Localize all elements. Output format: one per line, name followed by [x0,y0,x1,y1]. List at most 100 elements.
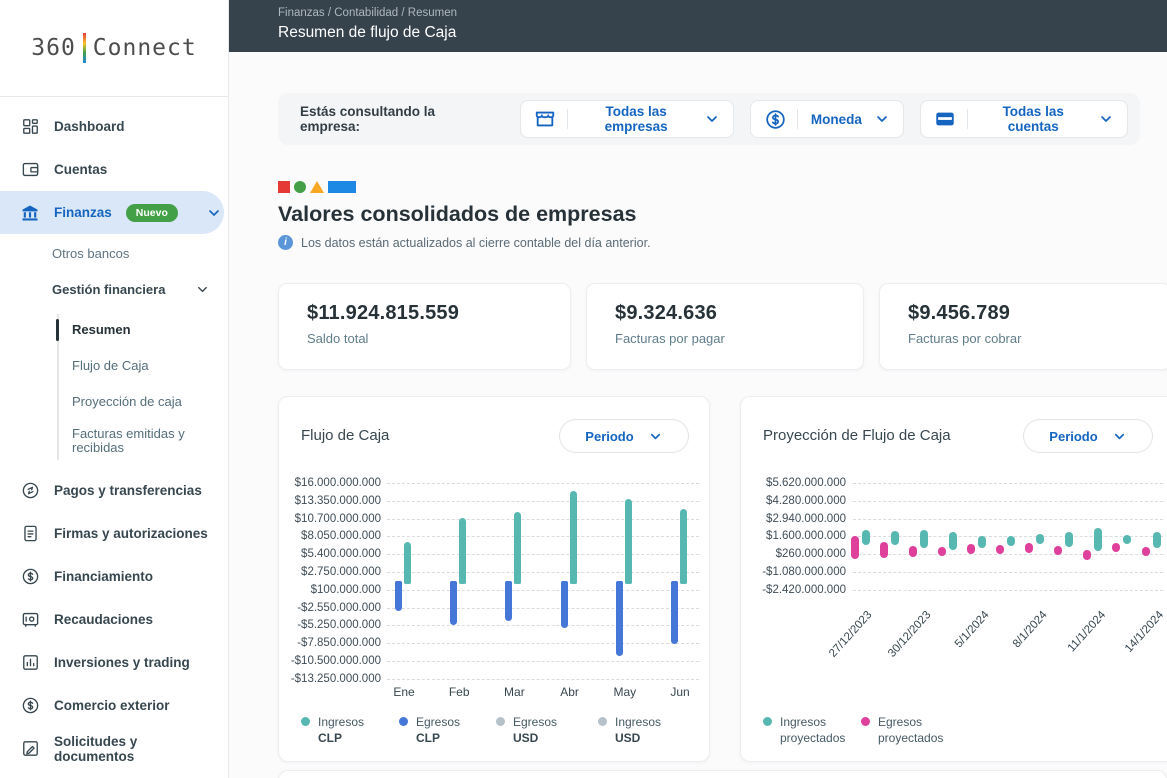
sidebar-item-label: Recaudaciones [54,612,154,627]
company-dropdown[interactable]: Todas las empresas [519,100,735,138]
sidebar-item-cuentas[interactable]: Cuentas [0,148,228,191]
capsule-ingresos-proyectados[interactable] [1007,535,1015,546]
capsule-egresos-proyectados[interactable] [879,541,888,559]
y-axis-tick-label: $4.280.000.000 [766,494,846,507]
sidebar-item-label: Dashboard [54,119,125,134]
legend-label-line2: proyectados [780,731,846,745]
sidebar-group-label: Gestión financiera [52,281,166,297]
sidebar-item-recaudaciones[interactable]: Recaudaciones [0,598,228,641]
sidebar-subitem-label: Flujo de Caja [72,357,149,373]
nuevo-badge: Nuevo [125,203,178,222]
capsule-egresos-proyectados[interactable] [1025,542,1034,553]
sidebar-item-pagos-y-transferencias[interactable]: Pagos y transferencias [0,469,228,512]
x-axis-tick-label: 14/1/2024 [1122,609,1166,656]
capsule-egresos-proyectados[interactable] [1083,550,1092,561]
legend-dot-icon [763,717,772,726]
sidebar-subitem-flujo-de-caja[interactable]: Flujo de Caja [0,348,228,384]
bar-ingresos-clp[interactable] [680,508,687,585]
capsule-ingresos-proyectados[interactable] [1036,533,1045,544]
capsule-ingresos-proyectados[interactable] [948,532,957,550]
capsule-ingresos-proyectados[interactable] [1123,535,1132,544]
capsule-ingresos-proyectados[interactable] [919,530,928,549]
y-axis-tick-label: $2.750.000.000 [301,566,381,578]
red-square-icon [278,180,290,193]
y-axis-tick-label: -$7.850.000.000 [297,637,381,650]
bar-egresos-clp[interactable] [671,581,678,644]
capsule-egresos-proyectados[interactable] [908,545,917,557]
sidebar-item-dashboard[interactable]: Dashboard [0,105,228,148]
stat-label: Saldo total [307,331,369,346]
y-axis-tick-label: $10.700.000.000 [294,512,381,525]
capsule-ingresos-proyectados[interactable] [1094,527,1103,551]
blue-rectangle-icon [328,180,356,193]
capsule-egresos-proyectados[interactable] [1112,542,1121,552]
sidebar-subitem-facturas-emitidas-y-recibidas[interactable]: Facturas emitidas y recibidas [0,420,228,462]
capsule-ingresos-proyectados[interactable] [1065,531,1074,548]
gridline [387,536,699,538]
y-axis-tick-label: -$2.550.000.000 [297,601,381,614]
legend-dot-icon [301,717,310,726]
gridline [853,500,1163,502]
bar-ingresos-clp[interactable] [624,499,632,585]
chart-bar-icon [20,653,40,673]
legend-currency: CLP [318,731,342,745]
sidebar-subitem-proyecci-n-de-caja[interactable]: Proyección de caja [0,384,228,420]
bar-egresos-clp[interactable] [615,581,623,657]
capsule-ingresos-proyectados[interactable] [861,529,870,546]
main-content: Estás consultando la empresa: Todas las … [229,52,1167,778]
x-axis-tick-label: Feb [448,685,470,699]
capsule-egresos-proyectados[interactable] [996,545,1004,555]
stat-label: Facturas por pagar [615,331,725,346]
legend-label: Ingresos [615,715,662,729]
wallet-icon [20,160,40,180]
sidebar-item-label: Solicitudes y documentos [54,733,138,764]
bar-ingresos-clp[interactable] [569,491,577,585]
x-axis-tick-label: 5/1/2024 [952,609,992,651]
cash-flow-plot: $16.000.000.000 $13.350.000.000 $10.700.00… [279,397,709,761]
currency-dropdown[interactable]: Moneda [750,100,905,138]
sidebar-item-inversiones-y-trading[interactable]: Inversiones y trading [0,641,228,684]
capsule-ingresos-proyectados[interactable] [890,531,899,546]
gridline [387,518,699,520]
capsule-egresos-proyectados[interactable] [966,544,975,555]
capsule-egresos-proyectados[interactable] [850,536,859,559]
y-axis-tick-label: $100.000.000 [310,583,381,596]
legend-item: Ingresos USD [598,715,661,745]
projection-plot: $5.620.000.000 $4.280.000.000 $2.940.000.0… [741,397,1167,761]
y-axis-tick-label: $5.620.000.000 [766,477,846,489]
gridline [387,625,699,627]
bar-egresos-clp[interactable] [395,581,402,612]
bar-ingresos-clp[interactable] [404,542,411,585]
sidebar-item-finanzas[interactable]: Finanzas Nuevo [0,191,224,234]
sidebar-item-financiamiento[interactable]: Financiamiento [0,555,228,598]
bar-egresos-clp[interactable] [505,581,513,622]
capsule-ingresos-proyectados[interactable] [1152,532,1161,549]
chevron-down-icon [206,205,222,221]
x-axis-tick-label: 30/12/2023 [885,609,934,660]
gridline [387,607,699,609]
capsule-egresos-proyectados[interactable] [937,547,946,557]
sidebar-item-firmas-y-autorizaciones[interactable]: Firmas y autorizaciones [0,512,228,555]
cash-flow-projection-chart-card: Proyección de Flujo de Caja Periodo $5.6… [740,396,1167,762]
bar-egresos-clp[interactable] [560,581,568,629]
y-axis-tick-label: $5.400.000.000 [301,548,381,561]
sidebar-subitem-resumen[interactable]: Resumen [0,312,228,348]
bar-egresos-clp[interactable] [450,581,458,625]
gridline [387,661,699,662]
sidebar-group-gestion-financiera[interactable]: Gestión financiera [0,272,228,306]
legend-label-line2: proyectados [878,731,944,745]
sidebar-item-comercio-exterior[interactable]: Comercio exterior [0,684,228,727]
brand-shapes-decoration [278,180,356,193]
dollar-circle-icon [20,696,40,716]
filter-label: Estás consultando la empresa: [300,104,436,134]
bank-icon [20,203,40,223]
capsule-ingresos-proyectados[interactable] [977,536,986,548]
bar-ingresos-clp[interactable] [459,517,467,585]
capsule-egresos-proyectados[interactable] [1141,547,1150,557]
bar-ingresos-clp[interactable] [514,511,522,585]
legend-item: Ingresos CLP [301,715,364,745]
y-axis-tick-label: $260.000.000 [775,548,846,561]
accounts-dropdown[interactable]: Todas las cuentas [920,100,1129,138]
sidebar-item-otros-bancos[interactable]: Otros bancos [0,234,228,272]
sidebar-item-solicitudes-y-documentos[interactable]: Solicitudes y documentos [0,727,228,770]
